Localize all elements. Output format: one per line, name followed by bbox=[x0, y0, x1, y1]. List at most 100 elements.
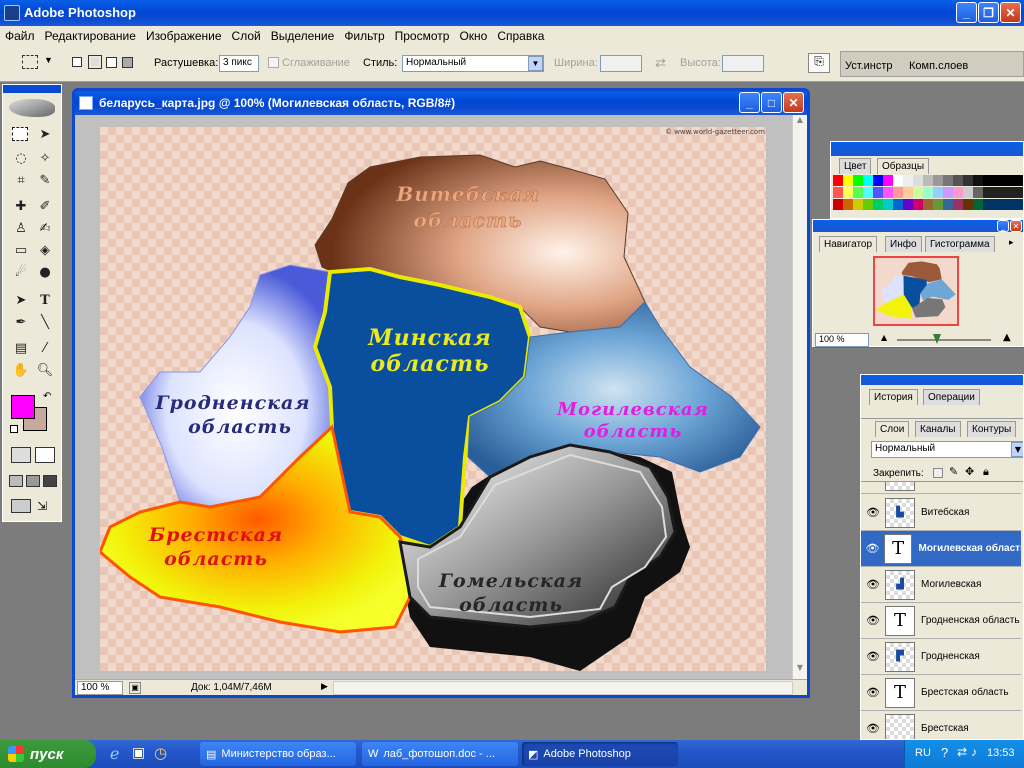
volume-tray-icon[interactable]: ♪ bbox=[971, 745, 977, 759]
well-tab-tool-presets[interactable]: Уст.инстр bbox=[845, 60, 893, 72]
dodge-icon[interactable]: ● bbox=[36, 263, 54, 281]
paint-bucket-icon[interactable]: ◈ bbox=[36, 241, 54, 259]
tab-layers[interactable]: Слои bbox=[875, 421, 910, 437]
style-select[interactable]: Нормальный bbox=[402, 55, 544, 72]
new-selection-icon[interactable] bbox=[72, 57, 82, 67]
zoom-out-icon[interactable]: ▲ bbox=[881, 333, 887, 342]
layer-row[interactable]: 👁︎ Брестская bbox=[861, 711, 1021, 739]
taskbar-window-word[interactable]: Wлаб_фотошоп.doc - ... bbox=[362, 742, 518, 766]
language-indicator[interactable]: RU bbox=[915, 747, 931, 759]
blur-icon[interactable]: ☄ bbox=[12, 263, 30, 281]
menu-window[interactable]: Окно bbox=[454, 29, 492, 43]
height-input[interactable] bbox=[722, 55, 764, 72]
explorer-quicklaunch-icon[interactable]: ▣ bbox=[132, 745, 145, 761]
taskbar-window-browser[interactable]: ▤ Министерство образ... bbox=[200, 742, 356, 766]
healing-brush-icon[interactable]: ✚ bbox=[12, 197, 30, 215]
swatch-grid[interactable] bbox=[833, 175, 1023, 218]
menu-help[interactable]: Справка bbox=[492, 29, 549, 43]
foreground-color-swatch[interactable] bbox=[11, 395, 35, 419]
subtract-selection-icon[interactable] bbox=[106, 57, 117, 68]
menu-layer[interactable]: Слой bbox=[227, 29, 266, 43]
layer-row[interactable]: 👁︎ T Брестская область bbox=[861, 675, 1021, 711]
zoom-icon[interactable]: 🔍︎ bbox=[36, 361, 54, 379]
swap-dimensions-icon[interactable]: ⇄ bbox=[655, 55, 666, 71]
menu-file[interactable]: Файл bbox=[0, 29, 40, 43]
blend-mode-arrow-icon[interactable]: ▼ bbox=[1011, 442, 1023, 457]
tab-color[interactable]: Цвет bbox=[839, 158, 872, 174]
screen-mode-standard-icon[interactable] bbox=[9, 475, 23, 487]
path-selection-icon[interactable]: ➤ bbox=[12, 291, 30, 309]
menu-select[interactable]: Выделение bbox=[266, 29, 340, 43]
doc-close-button[interactable]: ✕ bbox=[783, 92, 804, 113]
standard-mode-icon[interactable] bbox=[11, 447, 31, 463]
navigator-preview[interactable] bbox=[873, 256, 959, 326]
preset-dropdown-icon[interactable]: ▼ bbox=[44, 55, 53, 65]
layer-row[interactable]: 👁︎ T Гродненская область bbox=[861, 603, 1021, 639]
brush-icon[interactable]: ✐ bbox=[36, 197, 54, 215]
swap-colors-icon[interactable]: ↶ bbox=[43, 391, 51, 402]
notes-icon[interactable]: ▤ bbox=[12, 339, 30, 357]
menu-filter[interactable]: Фильтр bbox=[339, 29, 389, 43]
default-colors-icon[interactable] bbox=[10, 425, 18, 433]
layer-row[interactable]: 👁︎ ▟ Могилевская bbox=[861, 567, 1021, 603]
rect-marquee-icon[interactable] bbox=[12, 127, 28, 141]
tab-navigator[interactable]: Навигатор bbox=[819, 236, 878, 252]
jump-arrow-icon[interactable]: ⇲ bbox=[37, 499, 47, 513]
tab-history[interactable]: История bbox=[869, 389, 918, 405]
marquee-tool-preset-icon[interactable] bbox=[22, 55, 38, 69]
status-arrow-icon[interactable]: ▶ bbox=[321, 681, 328, 692]
tab-actions[interactable]: Операции bbox=[923, 389, 980, 405]
layer-visibility-icon[interactable]: 👁︎ bbox=[861, 650, 885, 663]
navigator-zoom-field[interactable]: 100 % bbox=[815, 333, 869, 347]
layer-visibility-icon[interactable]: 👁︎ bbox=[861, 506, 885, 519]
layer-visibility-icon[interactable]: 👁︎ bbox=[861, 542, 884, 555]
start-button[interactable]: пуск bbox=[0, 740, 96, 768]
screen-mode-full-icon[interactable] bbox=[43, 475, 57, 487]
layer-visibility-icon[interactable]: 👁︎ bbox=[861, 481, 885, 482]
width-input[interactable] bbox=[600, 55, 642, 72]
lock-all-icon[interactable]: 🔒︎ bbox=[983, 465, 989, 479]
restore-button[interactable]: ❐ bbox=[978, 2, 999, 23]
scroll-up-icon[interactable]: ▲ bbox=[793, 115, 807, 129]
minimize-button[interactable]: _ bbox=[956, 2, 977, 23]
clone-stamp-icon[interactable]: ♙ bbox=[12, 219, 30, 237]
ie-quicklaunch-icon[interactable]: ℯ bbox=[110, 744, 119, 763]
help-tray-icon[interactable]: ? bbox=[941, 745, 948, 760]
zoom-in-icon[interactable]: ▲ bbox=[1003, 332, 1011, 343]
add-selection-icon[interactable] bbox=[88, 55, 102, 69]
antialias-checkbox[interactable] bbox=[268, 57, 279, 68]
palette-well-icon[interactable]: ⎘ bbox=[808, 53, 830, 73]
menu-view[interactable]: Просмотр bbox=[390, 29, 455, 43]
lock-move-icon[interactable]: ✥ bbox=[965, 465, 974, 478]
tab-swatches[interactable]: Образцы bbox=[877, 158, 930, 174]
well-tab-layer-comps[interactable]: Комп.слоев bbox=[909, 60, 968, 72]
clock-quicklaunch-icon[interactable]: ◷ bbox=[154, 744, 167, 762]
tab-histogram[interactable]: Гистограмма bbox=[925, 236, 995, 252]
horizontal-scrollbar[interactable] bbox=[333, 681, 793, 695]
lock-brush-icon[interactable]: ✎ bbox=[949, 465, 958, 478]
doc-minimize-button[interactable]: _ bbox=[739, 92, 760, 113]
type-icon[interactable]: T bbox=[36, 291, 54, 309]
close-button[interactable]: ✕ bbox=[1000, 2, 1021, 23]
navigator-menu-icon[interactable]: ▸ bbox=[1009, 238, 1014, 248]
lasso-icon[interactable]: ◌ bbox=[12, 149, 30, 167]
canvas[interactable]: © www.world-gazetteer.com Витебская обла… bbox=[100, 127, 766, 671]
pen-icon[interactable]: ✒ bbox=[12, 313, 30, 331]
style-select-arrow-icon[interactable]: ▼ bbox=[528, 56, 543, 71]
feather-input[interactable]: 3 пикс bbox=[219, 55, 259, 72]
jump-to-imageready-icon[interactable] bbox=[11, 499, 31, 513]
status-menu-icon[interactable]: ▣ bbox=[129, 682, 141, 694]
doc-maximize-button[interactable]: □ bbox=[761, 92, 782, 113]
navigator-close-button[interactable]: ✕ bbox=[1010, 220, 1022, 232]
layer-visibility-icon[interactable]: 👁︎ bbox=[861, 686, 885, 699]
magic-wand-icon[interactable]: ✧ bbox=[36, 149, 54, 167]
zoom-field[interactable]: 100 % bbox=[77, 681, 123, 695]
layer-visibility-icon[interactable]: 👁︎ bbox=[861, 614, 885, 627]
tab-info[interactable]: Инфо bbox=[885, 236, 922, 252]
crop-icon[interactable]: ⌗ bbox=[12, 171, 30, 189]
move-icon[interactable]: ➤ bbox=[36, 125, 54, 143]
navigator-minimize-button[interactable]: _ bbox=[997, 220, 1009, 232]
blend-mode-select[interactable]: Нормальный bbox=[871, 441, 1023, 458]
layer-row-selected[interactable]: 👁︎ T Могилевская область bbox=[861, 531, 1021, 567]
layer-row[interactable]: 👁︎ ▛ Гродненская bbox=[861, 639, 1021, 675]
